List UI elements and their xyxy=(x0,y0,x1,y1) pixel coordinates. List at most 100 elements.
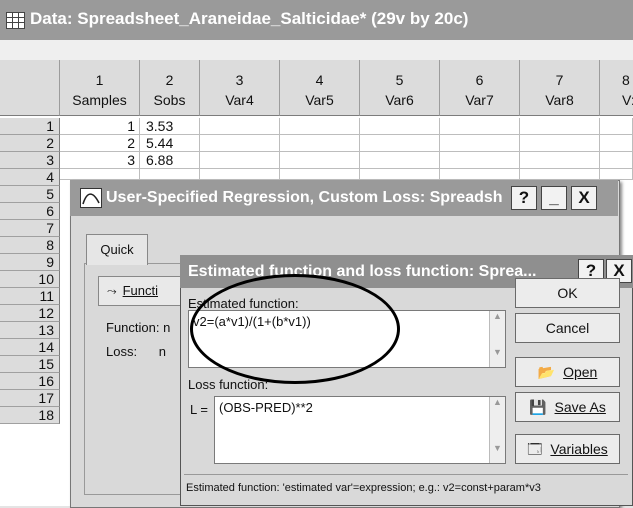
loss-function-value: (OBS-PRED)**2 xyxy=(219,400,313,415)
table-cell[interactable] xyxy=(600,118,633,135)
table-cell[interactable]: 6.88 xyxy=(140,152,200,169)
estimated-function-scrollbar[interactable]: ▲ ▼ xyxy=(489,311,505,367)
table-cell[interactable] xyxy=(360,118,440,135)
table-cell[interactable] xyxy=(520,118,600,135)
column-number: 3 xyxy=(235,72,244,88)
table-cell[interactable] xyxy=(140,169,200,180)
table-cell[interactable] xyxy=(520,169,600,180)
row-header[interactable]: 14 xyxy=(0,339,60,356)
table-cell[interactable] xyxy=(200,152,280,169)
table-cell[interactable] xyxy=(360,152,440,169)
table-cell[interactable] xyxy=(440,118,520,135)
loss-function-input[interactable]: (OBS-PRED)**2 xyxy=(214,396,506,464)
table-cell[interactable] xyxy=(440,135,520,152)
column-number: 1 xyxy=(95,72,104,88)
row-header[interactable]: 5 xyxy=(0,186,60,203)
corner-header[interactable] xyxy=(0,60,60,116)
table-cell[interactable] xyxy=(360,169,440,180)
status-hint: Estimated function: 'estimated var'=expr… xyxy=(186,482,541,494)
column-number: 4 xyxy=(315,72,324,88)
column-name: Var6 xyxy=(385,92,414,108)
folder-open-icon: 📂 xyxy=(537,364,556,380)
table-cell[interactable] xyxy=(280,118,360,135)
row-header[interactable]: 6 xyxy=(0,203,60,220)
row-header[interactable]: 18 xyxy=(0,407,60,424)
table-cell[interactable] xyxy=(200,169,280,180)
function-label: Function: n xyxy=(106,320,171,335)
floppy-disk-icon: 💾 xyxy=(529,399,547,415)
row-header[interactable]: 13 xyxy=(0,322,60,339)
spreadsheet-icon xyxy=(6,12,25,29)
cancel-button[interactable]: Cancel xyxy=(515,313,620,343)
table-cell[interactable]: 1 xyxy=(60,118,140,135)
help-button[interactable]: ? xyxy=(511,186,537,210)
row-header[interactable]: 4 xyxy=(0,169,60,186)
column-name: Var5 xyxy=(305,92,334,108)
function-button[interactable]: ⤳ Functi xyxy=(98,276,186,306)
column-header-var5[interactable]: 4 Var5 xyxy=(280,60,360,116)
row-header[interactable]: 8 xyxy=(0,237,60,254)
table-cell[interactable] xyxy=(440,152,520,169)
table-cell[interactable]: 5.44 xyxy=(140,135,200,152)
row-header[interactable]: 3 xyxy=(0,152,60,169)
table-cell[interactable]: 3.53 xyxy=(140,118,200,135)
column-number: 7 xyxy=(555,72,564,88)
row-header[interactable]: 12 xyxy=(0,305,60,322)
row-header[interactable]: 11 xyxy=(0,288,60,305)
ok-button[interactable]: OK xyxy=(515,278,620,308)
main-title-bar[interactable]: Data: Spreadsheet_Araneidae_Salticidae* … xyxy=(0,0,633,40)
row-header[interactable]: 7 xyxy=(0,220,60,237)
open-button[interactable]: 📂 Open xyxy=(515,357,620,387)
table-cell[interactable]: 2 xyxy=(60,135,140,152)
row-header[interactable]: 2 xyxy=(0,135,60,152)
column-name: Samples xyxy=(72,92,127,108)
table-cell[interactable] xyxy=(200,135,280,152)
column-header-samples[interactable]: 1 Samples xyxy=(60,60,140,116)
column-header-var8[interactable]: 7 Var8 xyxy=(520,60,600,116)
highlight-ellipse xyxy=(190,274,400,384)
column-header-var4[interactable]: 3 Var4 xyxy=(200,60,280,116)
row-header[interactable]: 17 xyxy=(0,390,60,407)
variables-button[interactable]: 🗔 Variables xyxy=(515,434,620,464)
table-cell[interactable] xyxy=(280,152,360,169)
scroll-down-icon[interactable]: ▼ xyxy=(490,443,505,453)
table-cell[interactable] xyxy=(440,169,520,180)
save-as-button[interactable]: 💾 Save As xyxy=(515,392,620,422)
column-header-sobs[interactable]: 2 Sobs xyxy=(140,60,200,116)
table-cell[interactable] xyxy=(600,152,633,169)
table-cell[interactable] xyxy=(60,169,140,180)
table-cell[interactable] xyxy=(520,135,600,152)
column-name: V: xyxy=(622,92,633,108)
function-icon: ⤳ xyxy=(107,284,117,298)
table-cell[interactable] xyxy=(600,135,633,152)
column-name: Var8 xyxy=(545,92,574,108)
table-cell[interactable] xyxy=(600,169,633,180)
tab-quick[interactable]: Quick xyxy=(86,234,148,265)
row-header[interactable]: 10 xyxy=(0,271,60,288)
row-header[interactable]: 15 xyxy=(0,356,60,373)
scroll-up-icon[interactable]: ▲ xyxy=(490,397,505,407)
row-header[interactable]: 9 xyxy=(0,254,60,271)
regression-dialog-title: User-Specified Regression, Custom Loss: … xyxy=(106,189,503,206)
table-cell[interactable] xyxy=(200,118,280,135)
row-header[interactable]: 16 xyxy=(0,373,60,390)
minimize-button[interactable]: _ xyxy=(541,186,567,210)
table-cell[interactable] xyxy=(520,152,600,169)
scroll-up-icon[interactable]: ▲ xyxy=(490,311,505,321)
table-cell[interactable]: 3 xyxy=(60,152,140,169)
scroll-down-icon[interactable]: ▼ xyxy=(490,347,505,357)
column-header-var7[interactable]: 6 Var7 xyxy=(440,60,520,116)
table-cell[interactable] xyxy=(280,169,360,180)
regression-curve-icon xyxy=(80,188,102,208)
loss-function-scrollbar[interactable]: ▲ ▼ xyxy=(489,397,505,463)
column-header-var9[interactable]: 8 V: xyxy=(600,60,633,116)
loss-label: Loss: n xyxy=(106,344,166,359)
close-button[interactable]: X xyxy=(571,186,597,210)
open-button-label: Open xyxy=(563,364,598,380)
table-cell[interactable] xyxy=(280,135,360,152)
status-divider xyxy=(184,474,628,475)
row-header[interactable]: 1 xyxy=(0,118,60,135)
table-cell[interactable] xyxy=(360,135,440,152)
column-header-var6[interactable]: 5 Var6 xyxy=(360,60,440,116)
column-name: Sobs xyxy=(153,92,186,108)
